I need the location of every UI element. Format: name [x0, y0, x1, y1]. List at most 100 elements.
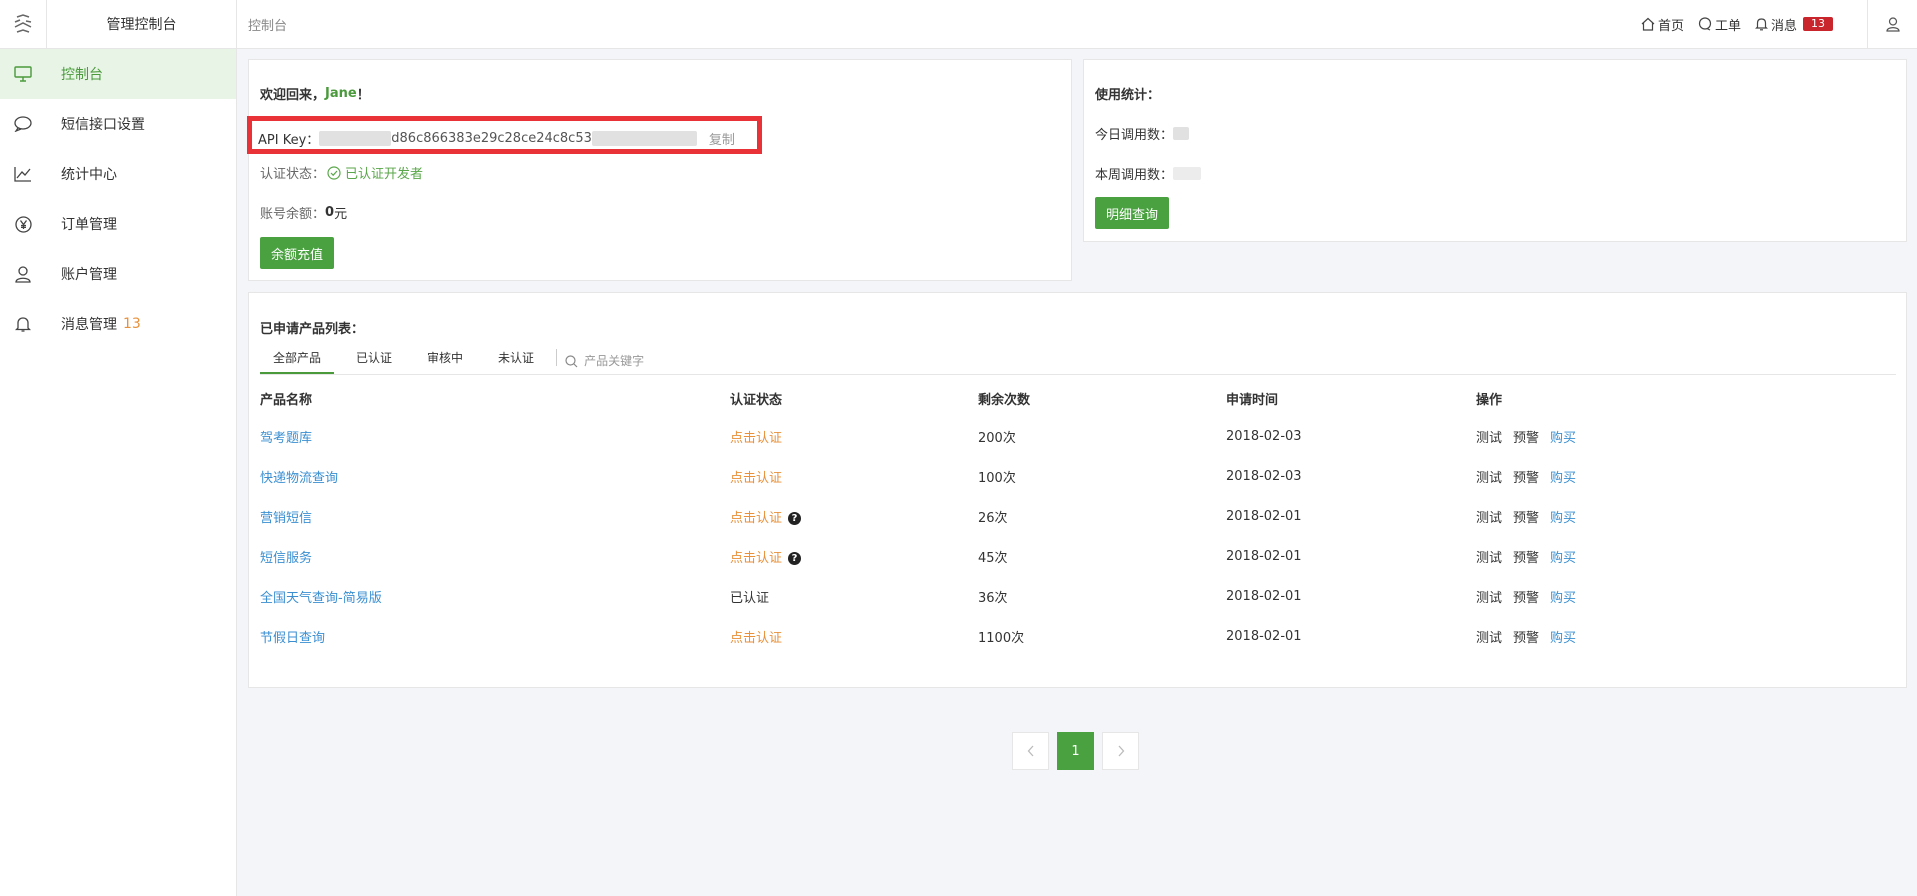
- buy-button[interactable]: 购买: [1550, 591, 1576, 606]
- verify-link[interactable]: 点击认证: [730, 631, 782, 646]
- product-name-link[interactable]: 短信服务: [260, 551, 312, 566]
- table-row: 快递物流查询 点击认证 100次 2018-02-03 测试 预警 购买: [260, 456, 1676, 496]
- verified-status: 已认证: [730, 590, 770, 606]
- week-calls-label: 本周调用数：: [1095, 168, 1174, 183]
- balance-unit: 元: [334, 207, 348, 222]
- apply-date: 2018-02-03: [1226, 468, 1302, 484]
- buy-button[interactable]: 购买: [1550, 471, 1576, 486]
- auth-status-row: 认证状态： 已认证开发者: [260, 163, 423, 182]
- recharge-button[interactable]: 余额充值: [260, 237, 335, 269]
- test-button[interactable]: 测试: [1476, 631, 1502, 646]
- product-name-link[interactable]: 驾考题库: [260, 431, 312, 446]
- products-title: 已申请产品列表：: [260, 322, 365, 337]
- test-button[interactable]: 测试: [1476, 591, 1502, 606]
- product-name-link[interactable]: 快递物流查询: [260, 471, 338, 486]
- verify-link[interactable]: 点击认证: [730, 471, 782, 486]
- buy-button[interactable]: 购买: [1550, 551, 1576, 566]
- chevron-left-icon: [1027, 745, 1033, 757]
- remaining-count: 45次: [978, 550, 1008, 566]
- user-icon: [12, 263, 34, 285]
- breadcrumb[interactable]: 控制台: [248, 15, 1641, 34]
- test-button[interactable]: 测试: [1476, 431, 1502, 446]
- alert-button[interactable]: 预警: [1513, 551, 1539, 566]
- tab-divider: [556, 349, 558, 366]
- sidebar-item-orders[interactable]: 订单管理: [0, 199, 236, 249]
- column-header-remaining: 剩余次数: [978, 392, 1031, 408]
- product-search-input[interactable]: [584, 354, 735, 368]
- sidebar-item-label: 短信接口设置: [61, 117, 145, 133]
- help-icon[interactable]: ?: [788, 551, 802, 565]
- table-row: 全国天气查询-简易版 已认证 36次 2018-02-01 测试 预警 购买: [260, 576, 1676, 616]
- apply-date: 2018-02-01: [1226, 508, 1302, 524]
- verify-link[interactable]: 点击认证: [730, 551, 782, 566]
- prev-page-button[interactable]: [1012, 732, 1049, 770]
- page-1-button[interactable]: 1: [1057, 732, 1094, 770]
- sidebar-item-sms-settings[interactable]: 短信接口设置: [0, 99, 236, 149]
- api-key-row: API Key： d86c866383e29c28ce24c8c53 复制: [258, 129, 735, 148]
- chat-icon: [1698, 17, 1712, 31]
- buy-button[interactable]: 购买: [1550, 431, 1576, 446]
- today-calls-row: 今日调用数：: [1095, 124, 1190, 143]
- ticket-link[interactable]: 工单: [1698, 15, 1741, 34]
- product-name-link[interactable]: 营销短信: [260, 511, 312, 526]
- brand: 管理控制台: [0, 0, 236, 49]
- copy-button[interactable]: 复制: [709, 129, 735, 148]
- verify-link[interactable]: 点击认证: [730, 431, 782, 446]
- help-icon[interactable]: ?: [788, 511, 802, 525]
- balance-row: 账号余额： 0 元: [260, 203, 347, 222]
- sidebar-item-dashboard[interactable]: 控制台: [0, 49, 236, 99]
- next-page-button[interactable]: [1102, 732, 1139, 770]
- product-name-link[interactable]: 节假日查询: [260, 631, 325, 646]
- message-count-badge: 13: [123, 316, 141, 332]
- row-actions: 测试 预警 购买: [1476, 616, 1676, 656]
- apply-date: 2018-02-03: [1226, 428, 1302, 444]
- tab-unverified[interactable]: 未认证: [485, 349, 547, 374]
- column-header-date: 申请时间: [1226, 392, 1279, 408]
- tab-verified[interactable]: 已认证: [343, 349, 405, 374]
- balance-label: 账号余额：: [260, 207, 326, 222]
- test-button[interactable]: 测试: [1476, 551, 1502, 566]
- home-link[interactable]: 首页: [1641, 15, 1684, 34]
- sidebar-item-messages[interactable]: 消息管理 13: [0, 299, 236, 349]
- product-name-link[interactable]: 全国天气查询-简易版: [260, 591, 382, 606]
- api-key-label: API Key：: [258, 133, 320, 148]
- auth-status-label: 认证状态：: [260, 167, 326, 182]
- buy-button[interactable]: 购买: [1550, 631, 1576, 646]
- tab-all[interactable]: 全部产品: [260, 349, 335, 374]
- search-icon: [565, 354, 578, 367]
- stats-title: 使用统计：: [1095, 88, 1161, 103]
- products-panel: 已申请产品列表： 全部产品 已认证 审核中 未认证 产品名称 认证状态 剩余次数…: [248, 292, 1907, 688]
- test-button[interactable]: 测试: [1476, 511, 1502, 526]
- test-button[interactable]: 测试: [1476, 471, 1502, 486]
- welcome-prefix: 欢迎回来，: [260, 88, 326, 103]
- messages-badge: 13: [1803, 17, 1833, 31]
- week-calls-row: 本周调用数：: [1095, 164, 1202, 183]
- alert-button[interactable]: 预警: [1513, 591, 1539, 606]
- home-icon: [1641, 17, 1655, 31]
- detail-query-button[interactable]: 明细查询: [1095, 197, 1170, 229]
- tab-reviewing[interactable]: 审核中: [414, 349, 476, 374]
- buy-button[interactable]: 购买: [1550, 511, 1576, 526]
- apply-date: 2018-02-01: [1226, 548, 1302, 564]
- table-header-row: 产品名称 认证状态 剩余次数 申请时间 操作: [260, 380, 1676, 416]
- alert-button[interactable]: 预警: [1513, 431, 1539, 446]
- messages-label: 消息: [1770, 18, 1797, 34]
- auth-status-text: 已认证开发者: [345, 167, 424, 182]
- api-key-redacted-start: [319, 131, 392, 146]
- sidebar-item-label: 消息管理: [61, 317, 117, 333]
- column-header-name: 产品名称: [260, 392, 313, 408]
- alert-button[interactable]: 预警: [1513, 471, 1539, 486]
- sidebar-item-statistics[interactable]: 统计中心: [0, 149, 236, 199]
- user-menu[interactable]: [1867, 0, 1917, 49]
- alert-button[interactable]: 预警: [1513, 511, 1539, 526]
- verify-link[interactable]: 点击认证: [730, 511, 782, 526]
- alert-button[interactable]: 预警: [1513, 631, 1539, 646]
- messages-link[interactable]: 消息 13: [1755, 15, 1833, 34]
- sidebar-item-account[interactable]: 账户管理: [0, 249, 236, 299]
- sidebar-item-label: 账户管理: [61, 267, 117, 283]
- logo-icon[interactable]: [0, 0, 47, 49]
- api-key-value: d86c866383e29c28ce24c8c53: [391, 131, 592, 146]
- remaining-count: 200次: [978, 430, 1016, 446]
- welcome-line: 欢迎回来， Jane ！: [260, 84, 370, 103]
- chat-bubble-icon: [12, 113, 34, 135]
